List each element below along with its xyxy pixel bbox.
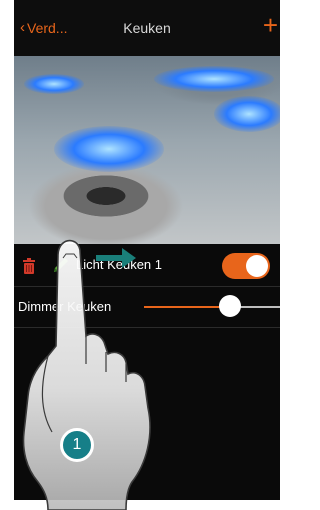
light-toggle[interactable] <box>222 253 270 279</box>
callout-badge: 1 <box>60 428 94 462</box>
pointing-hand-icon <box>22 239 151 510</box>
slider-knob[interactable] <box>219 295 241 317</box>
toggle-knob <box>246 255 268 277</box>
page-title: Keuken <box>123 20 171 36</box>
nav-bar: ‹ Verd... Keuken + <box>14 0 280 56</box>
room-photo <box>14 56 280 244</box>
add-button[interactable]: + <box>263 12 278 38</box>
